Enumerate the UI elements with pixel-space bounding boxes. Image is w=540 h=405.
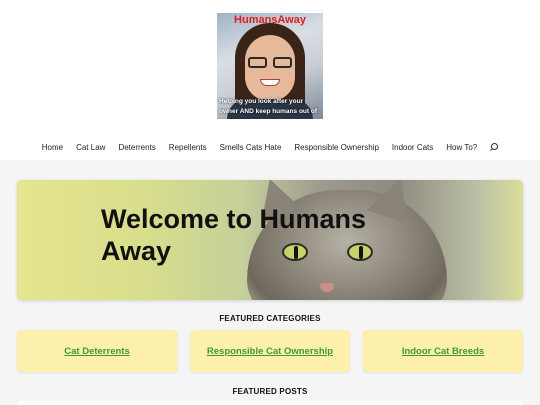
nav-item-cat-law[interactable]: Cat Law <box>76 143 105 152</box>
logo-portrait-glasses <box>248 57 292 69</box>
hero-title: Welcome to Humans Away <box>101 204 367 266</box>
featured-categories-list: Cat Deterrents Responsible Cat Ownership… <box>17 330 523 372</box>
nav-item-deterrents[interactable]: Deterrents <box>118 143 155 152</box>
nav-item-indoor-cats[interactable]: Indoor Cats <box>392 143 433 152</box>
featured-posts-list <box>17 401 523 405</box>
featured-categories-heading: FEATURED CATEGORIES <box>219 314 321 323</box>
hero-banner: Welcome to Humans Away <box>17 180 523 300</box>
main-navigation: Home Cat Law Deterrents Repellents Smell… <box>0 140 540 154</box>
search-icon[interactable] <box>490 143 499 151</box>
nav-item-smells-cats-hate[interactable]: Smells Cats Hate <box>220 143 282 152</box>
nav-item-repellents[interactable]: Repellents <box>169 143 207 152</box>
category-card-indoor-cat-breeds[interactable]: Indoor Cat Breeds <box>363 330 523 372</box>
logo-tagline: Helping you look after your owner AND ke… <box>219 98 317 119</box>
category-card-responsible-cat-ownership[interactable]: Responsible Cat Ownership <box>190 330 350 372</box>
site-logo[interactable]: HumansAway Helping you look after your o… <box>217 13 323 119</box>
nav-item-how-to[interactable]: How To? <box>446 143 477 152</box>
nav-item-home[interactable]: Home <box>42 143 63 152</box>
site-header: HumansAway Helping you look after your o… <box>0 0 540 160</box>
nav-item-responsible-ownership[interactable]: Responsible Ownership <box>294 143 379 152</box>
category-card-cat-deterrents[interactable]: Cat Deterrents <box>17 330 177 372</box>
logo-title: HumansAway <box>234 14 306 26</box>
featured-posts-heading: FEATURED POSTS <box>232 387 308 396</box>
